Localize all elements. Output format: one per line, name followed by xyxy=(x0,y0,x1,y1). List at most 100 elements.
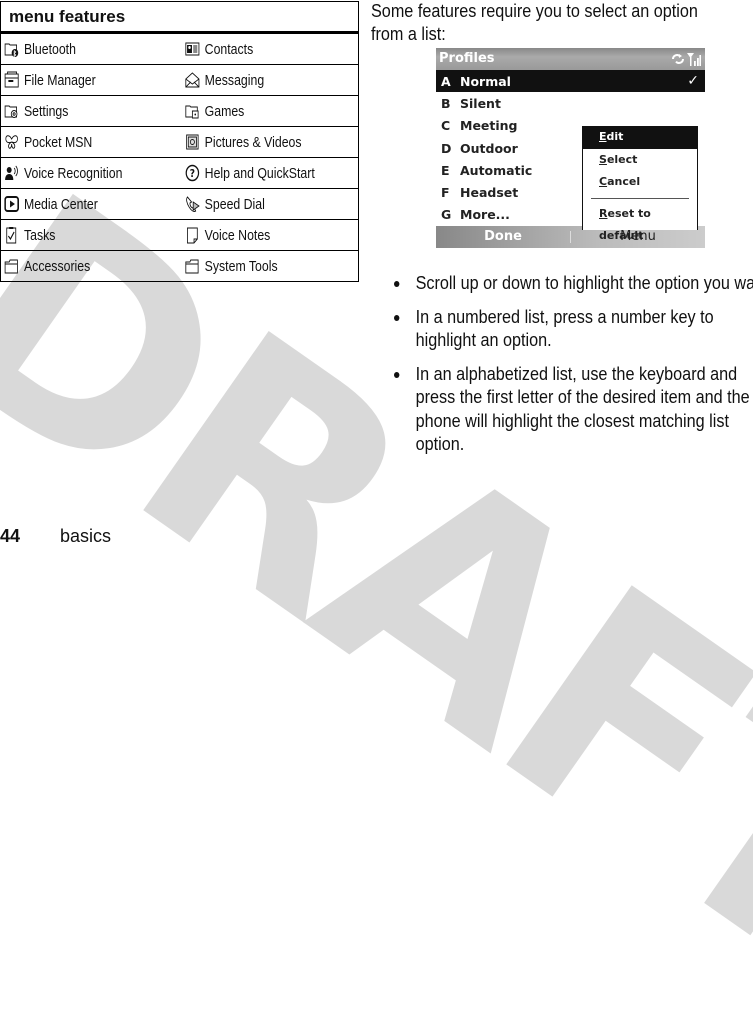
menu-feature-media-center: Media Center xyxy=(1,195,152,213)
popup-menu-label-rest: eset to default xyxy=(599,206,651,243)
phone-title: Profiles xyxy=(439,51,495,66)
popup-menu-item-reset-to-default[interactable]: Reset to default xyxy=(583,203,697,243)
accelerator-key: S xyxy=(599,152,607,166)
instruction-item: Scroll up or down to highlight the optio… xyxy=(394,272,753,296)
instructions-list: Scroll up or down to highlight the optio… xyxy=(394,272,753,467)
popup-menu: Edit Select Cancel Reset to default xyxy=(582,126,698,243)
profile-label: Normal xyxy=(460,73,511,89)
menu-feature-bluetooth: Bluetooth xyxy=(1,40,152,58)
menu-feature-label: Voice Recognition xyxy=(23,164,123,182)
instruction-text: Scroll up or down to highlight the optio… xyxy=(415,273,753,293)
media-center-icon xyxy=(4,195,20,213)
profile-key: B xyxy=(441,95,451,111)
profile-key: G xyxy=(441,207,452,223)
done-softkey[interactable]: Done xyxy=(436,226,570,248)
phone-screenshot: Profiles A Normal ✓ B Silent C Meeting D Outdoor… xyxy=(436,48,705,253)
instruction-item: In an alphabetized list, use the keyboar… xyxy=(394,363,753,457)
menu-feature-voice-recognition: Voice Recognition xyxy=(1,164,152,182)
voice-recognition-icon xyxy=(4,164,19,182)
phone-title-bar: Profiles xyxy=(436,48,705,70)
menu-feature-messaging: Messaging xyxy=(185,71,333,89)
profile-key: E xyxy=(441,162,450,178)
help-question-icon: ? xyxy=(185,164,200,182)
menu-features-row: Pocket MSN Pictures & Videos xyxy=(1,127,358,158)
popup-menu-item-edit[interactable]: Edit xyxy=(583,126,697,149)
menu-feature-help-and-quickstart: ? Help and QuickStart xyxy=(185,164,333,182)
profiles-list: A Normal ✓ B Silent C Meeting D Outdoor E Automati… xyxy=(436,70,705,242)
bullet-icon xyxy=(394,314,400,321)
popup-menu-separator xyxy=(591,197,689,199)
system-tools-folder-icon xyxy=(185,257,200,275)
contacts-icon xyxy=(185,40,200,58)
menu-features-row: Settings Games xyxy=(1,96,358,127)
menu-feature-contacts: Contacts xyxy=(185,40,333,58)
menu-feature-label: Messaging xyxy=(204,71,265,89)
msn-butterfly-icon xyxy=(4,133,19,151)
check-icon: ✓ xyxy=(687,73,699,90)
profile-key: D xyxy=(441,140,452,156)
profile-item-normal[interactable]: A Normal ✓ xyxy=(436,70,705,93)
menu-feature-accessories: Accessories xyxy=(1,257,152,275)
menu-features-title: menu features xyxy=(1,2,358,34)
menu-feature-label: Accessories xyxy=(23,257,91,275)
accessories-folder-icon xyxy=(4,257,19,275)
menu-features-rows: Bluetooth Contacts File Manager Messaging Se… xyxy=(1,34,358,281)
accelerator-key: C xyxy=(599,175,608,188)
instruction-item: In a numbered list, press a number key t… xyxy=(394,306,753,353)
tasks-clipboard-icon xyxy=(4,226,19,244)
profile-key: F xyxy=(441,185,450,201)
menu-features-row: Bluetooth Contacts xyxy=(1,34,358,65)
menu-feature-label: File Manager xyxy=(23,71,96,89)
menu-feature-file-manager: File Manager xyxy=(1,71,152,89)
menu-feature-label: Games xyxy=(204,102,245,120)
profile-key: C xyxy=(441,118,451,134)
popup-menu-item-cancel[interactable]: Cancel xyxy=(583,171,697,194)
signal-icon xyxy=(687,53,701,66)
page-number: 44 xyxy=(0,526,21,546)
menu-feature-label: Pocket MSN xyxy=(23,133,93,151)
sync-icon xyxy=(672,54,684,64)
menu-feature-label: Media Center xyxy=(23,195,98,213)
bullet-icon xyxy=(394,281,400,287)
menu-features-row: Accessories System Tools xyxy=(1,251,358,281)
section-name: basics xyxy=(60,526,112,546)
instruction-text: In an alphabetized list, use the keyboar… xyxy=(415,363,750,455)
games-folder-icon xyxy=(185,102,200,120)
menu-feature-label: Voice Notes xyxy=(204,226,271,244)
menu-features-row: Media Center Speed Dial xyxy=(1,189,358,220)
menu-feature-games: Games xyxy=(185,102,333,120)
profile-item-silent[interactable]: B Silent xyxy=(436,92,705,114)
settings-folder-icon xyxy=(4,102,19,120)
menu-feature-voice-notes: Voice Notes xyxy=(185,226,333,244)
menu-feature-speed-dial: Speed Dial xyxy=(185,195,333,213)
phone-status-icons xyxy=(671,52,705,66)
voice-notes-icon xyxy=(185,226,200,244)
file-manager-icon xyxy=(4,71,19,89)
messaging-envelope-icon xyxy=(185,71,200,89)
profile-key: A xyxy=(441,73,451,89)
menu-feature-pocket-msn: Pocket MSN xyxy=(1,133,152,151)
menu-feature-label: Speed Dial xyxy=(204,195,265,213)
pictures-videos-icon xyxy=(185,133,200,151)
menu-feature-label: Tasks xyxy=(23,226,56,244)
popup-menu-item-select[interactable]: Select xyxy=(583,149,697,172)
page-footer: 44 basics xyxy=(0,526,111,547)
speed-dial-phone-icon xyxy=(185,195,200,213)
menu-feature-tasks: Tasks xyxy=(1,226,152,244)
popup-menu-label-rest: dit xyxy=(606,130,624,143)
intro-paragraph: Some features require you to select an o… xyxy=(371,1,698,44)
menu-feature-label: Settings xyxy=(23,102,69,120)
menu-feature-pictures-videos: Pictures & Videos xyxy=(185,133,333,151)
menu-features-row: Tasks Voice Notes xyxy=(1,220,358,251)
bluetooth-folder-icon xyxy=(4,40,19,58)
menu-features-table: menu features Bluetooth Contacts File Mana… xyxy=(0,1,359,282)
instruction-text: In a numbered list, press a number key t… xyxy=(415,306,714,351)
bullet-icon xyxy=(394,371,400,378)
menu-feature-label: Pictures & Videos xyxy=(204,133,302,151)
menu-feature-label: Bluetooth xyxy=(23,40,76,58)
menu-feature-label: Contacts xyxy=(204,40,254,58)
popup-menu-label-rest: elect xyxy=(606,152,638,166)
menu-feature-label: Help and QuickStart xyxy=(204,164,315,182)
profile-label: Silent xyxy=(460,95,501,111)
menu-feature-settings: Settings xyxy=(1,102,152,120)
